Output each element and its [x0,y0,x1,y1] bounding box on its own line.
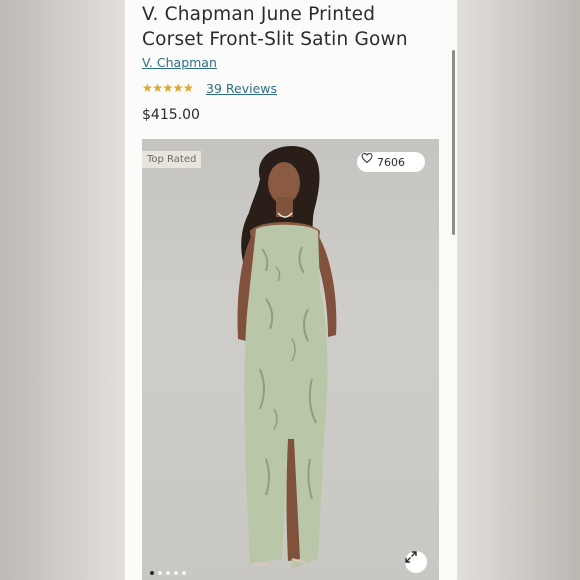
like-button[interactable]: 7606 [357,152,425,172]
top-rated-badge: Top Rated [142,151,202,168]
gallery-dot-3[interactable] [166,571,170,575]
gallery-dot-1[interactable] [150,571,154,575]
page-scrollbar[interactable] [452,50,455,235]
like-count: 7606 [377,155,405,169]
brand-link[interactable]: V. Chapman [142,55,217,70]
product-title: V. Chapman June Printed Corset Front-Sli… [142,2,442,52]
heart-icon [361,152,373,164]
gallery-dot-5[interactable] [182,571,186,575]
star-rating: ★★★★★ ★★★★★ [142,81,198,95]
star-rating-fill-icon: ★★★★★ [142,81,193,95]
expand-arrows-icon [405,551,417,563]
reviews-link[interactable]: 39 Reviews [206,81,277,96]
product-price: $415.00 [142,107,200,123]
rating-row: ★★★★★ ★★★★★ 39 Reviews [142,79,277,97]
model-in-gown-photo [237,146,337,569]
gallery-dot-4[interactable] [174,571,178,575]
gallery-dot-2[interactable] [158,571,162,575]
product-title-line-1: V. Chapman June Printed [142,4,376,25]
product-image-gallery[interactable]: Top Rated 7606 [142,139,439,580]
gallery-pagination [150,571,186,575]
product-page: V. Chapman June Printed Corset Front-Sli… [125,0,457,580]
expand-image-button[interactable] [405,551,427,573]
product-title-line-2: Corset Front-Slit Satin Gown [142,29,408,50]
